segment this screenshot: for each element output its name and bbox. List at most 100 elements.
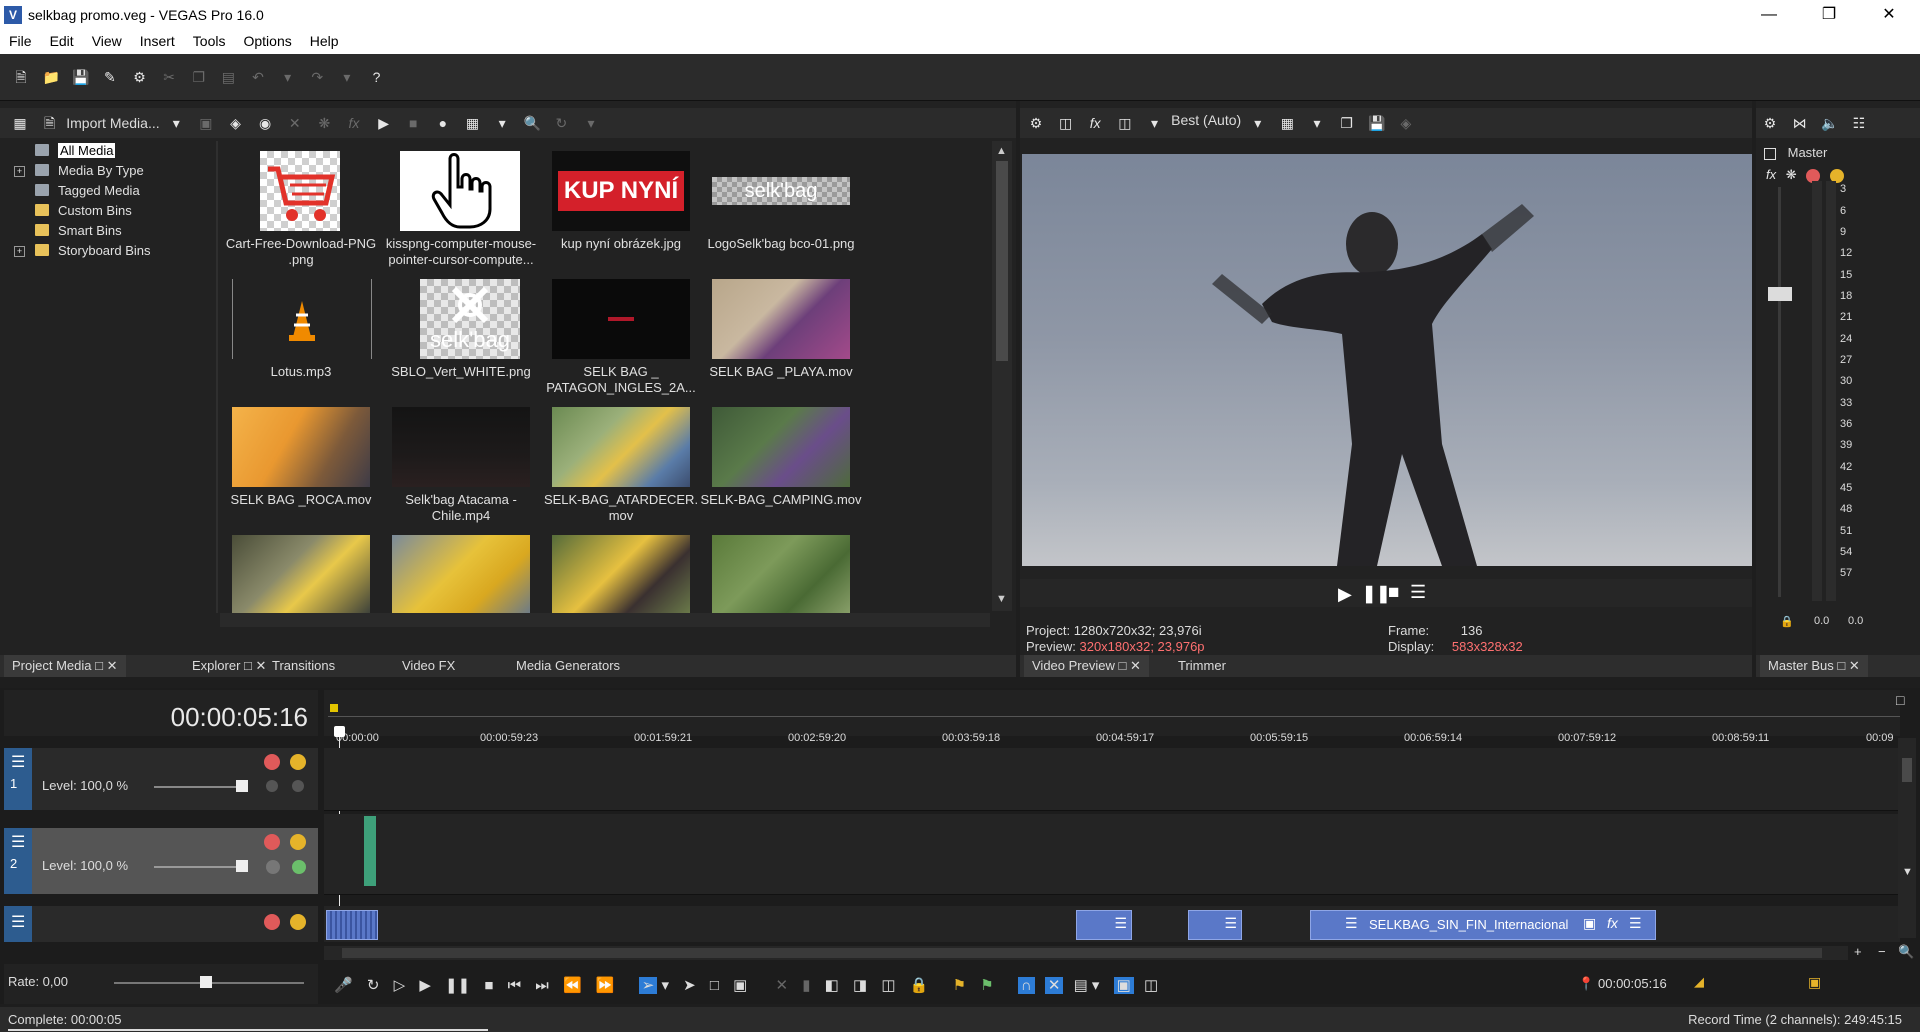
minimize-icon[interactable]: — [1740,0,1798,30]
overlays-grid-icon[interactable]: ▦ [1279,115,1295,131]
stop-icon[interactable]: ■ [484,977,493,994]
audio-clip[interactable]: ☰ [1188,910,1242,940]
master-fader-handle[interactable] [1768,287,1792,301]
undo-icon[interactable]: ↶ [250,69,266,85]
snapping-icon[interactable]: ∩ [1017,977,1035,994]
save-snapshot-icon[interactable]: 💾 [1368,115,1385,131]
scroll-thumb[interactable] [342,948,1822,958]
preview-quality-select[interactable]: Best (Auto) [1171,112,1241,128]
fx-icon[interactable]: fx [346,115,362,131]
tree-item-custom-bins[interactable]: Custom Bins [4,201,214,221]
media-hscroll[interactable] [220,613,990,627]
trim-start-icon[interactable]: ◧ [825,977,839,994]
track-solo-icon[interactable] [290,834,306,850]
whats-this-help-icon[interactable]: ? [369,69,385,85]
media-item[interactable] [220,535,376,613]
tree-item-media-by-type[interactable]: + Media By Type [4,161,214,181]
menu-view[interactable]: View [83,30,131,49]
media-item[interactable]: selk'bag LogoSelk'bag bco-01.png [700,151,856,273]
master-automation-icon[interactable]: ❋ [1786,167,1797,182]
track-header-1[interactable]: ☰ 1 Level: 100,0 % [4,748,318,810]
undock-icon[interactable]: □ [1119,658,1127,673]
overlays-dropdown-icon[interactable]: ▾ [1309,115,1325,131]
master-fx-icon[interactable]: fx [1766,167,1776,182]
import-media-icon[interactable]: 🗎 [42,115,58,131]
envelope-tool-icon[interactable]: ➤ [683,977,696,994]
menu-help[interactable]: Help [301,30,348,49]
track-menu-icon[interactable]: ☰ [11,832,25,852]
pause-icon[interactable]: ❚❚ [445,977,470,994]
menu-insert[interactable]: Insert [131,30,184,49]
video-clip[interactable] [364,816,376,886]
menu-edit[interactable]: Edit [41,30,83,49]
media-item[interactable]: Cart-Free-Download-PNG .png [220,151,376,273]
clip-menu-icon[interactable]: ☰ [1345,915,1358,932]
zoom-tool-icon[interactable]: 🔍 [1898,944,1914,960]
scroll-up-icon[interactable]: ▲ [996,145,1007,157]
track-solo-icon[interactable] [290,914,306,930]
track-lane-2[interactable] [324,814,1900,895]
zoom-in-icon[interactable]: + [1854,944,1862,959]
media-item[interactable]: SELK-BAG_CAMPING.mov [700,407,862,529]
tree-item-smart-bins[interactable]: Smart Bins [4,221,214,241]
scroll-thumb[interactable] [996,161,1008,361]
refresh-icon[interactable]: ↻ [553,115,569,131]
media-item[interactable]: SELK BAG _ PATAGON_INGLES_2A... [540,279,696,401]
media-fx-icon[interactable]: ❋ [316,115,332,131]
trim-icon[interactable]: ▮ [802,977,810,994]
go-to-start-icon[interactable]: ⏮ [508,977,522,994]
menu-tools[interactable]: Tools [184,30,235,49]
clip-menu-icon[interactable]: ☰ [1224,915,1237,932]
tab-video-preview[interactable]: Video Preview □ ✕ [1024,655,1149,677]
lock-icon[interactable]: 🔒 [910,977,929,994]
tree-item-tagged-media[interactable]: Tagged Media [4,181,214,201]
menu-icon[interactable]: ☰ [1410,582,1426,603]
cut-icon[interactable]: ✂ [161,69,177,85]
views-dropdown-icon[interactable]: ▾ [494,115,510,131]
paste-icon[interactable]: ▤ [220,69,236,85]
track-mute-icon[interactable] [264,834,280,850]
capture-icon[interactable]: ▣ [198,115,214,131]
track-mute-icon[interactable] [264,914,280,930]
new-project-icon[interactable]: 🗎 [13,69,29,85]
ripple-dropdown-icon[interactable]: ▾ [1092,977,1100,994]
trim-end-icon[interactable]: ◨ [853,977,867,994]
scroll-thumb[interactable] [1902,758,1912,782]
media-item[interactable]: Selk'bag Atacama - Chile.mp4 [380,407,536,529]
play-icon[interactable]: ▶ [1338,584,1352,605]
previous-frame-icon[interactable]: ⏪ [563,977,582,994]
scopes-icon[interactable]: ◈ [1398,115,1414,131]
media-item[interactable]: SELK-BAG_ATARDECER. mov [540,407,698,529]
zoom-out-icon[interactable]: − [1878,944,1886,959]
delete-icon[interactable]: ✕ [775,977,788,994]
remove-media-icon[interactable]: ✕ [287,115,303,131]
crop-icon[interactable]: ▣ [1583,915,1596,932]
play-media-icon[interactable]: ▶ [376,115,392,131]
undo-dropdown-icon[interactable]: ▾ [280,69,296,85]
undock-icon[interactable]: □ [244,658,252,673]
next-frame-icon[interactable]: ⏩ [596,977,615,994]
track-compositing-icon[interactable] [266,780,278,792]
selection-tool-icon[interactable]: □ [710,977,719,994]
lock-icon[interactable]: 🔒 [1780,615,1794,628]
tab-video-fx[interactable]: Video FX [394,655,463,677]
audio-clip[interactable]: ☰ [1076,910,1132,940]
timeline-hscroll[interactable] [324,946,1848,960]
tree-item-storyboard-bins[interactable]: + Storyboard Bins [4,241,214,261]
preview-properties-gear-icon[interactable]: ⚙ [1028,115,1044,131]
properties-gear-icon[interactable]: ⚙ [132,69,148,85]
auto-preview-icon[interactable]: ● [435,115,451,131]
render-as-icon[interactable]: ✎ [102,69,118,85]
media-item[interactable]: selk'bag SBLO_Vert_WHITE.png [380,279,536,401]
insert-region-icon[interactable]: ⚑ [980,977,993,994]
clip-menu-icon[interactable]: ☰ [1114,915,1127,932]
menu-options[interactable]: Options [234,30,300,49]
import-media-button[interactable]: Import Media... [66,115,159,131]
stop-icon[interactable]: ■ [1388,582,1399,604]
media-item[interactable]: Lotus.mp3 [220,279,376,401]
time-ruler[interactable]: 00:00:00 00:00:59:23 00:01:59:21 00:02:5… [324,690,1900,744]
tab-transitions[interactable]: Transitions [264,655,343,677]
track-motion-icon[interactable] [292,860,306,874]
expand-icon[interactable]: + [14,246,25,257]
views-grid-icon[interactable]: ▦ [465,115,481,131]
